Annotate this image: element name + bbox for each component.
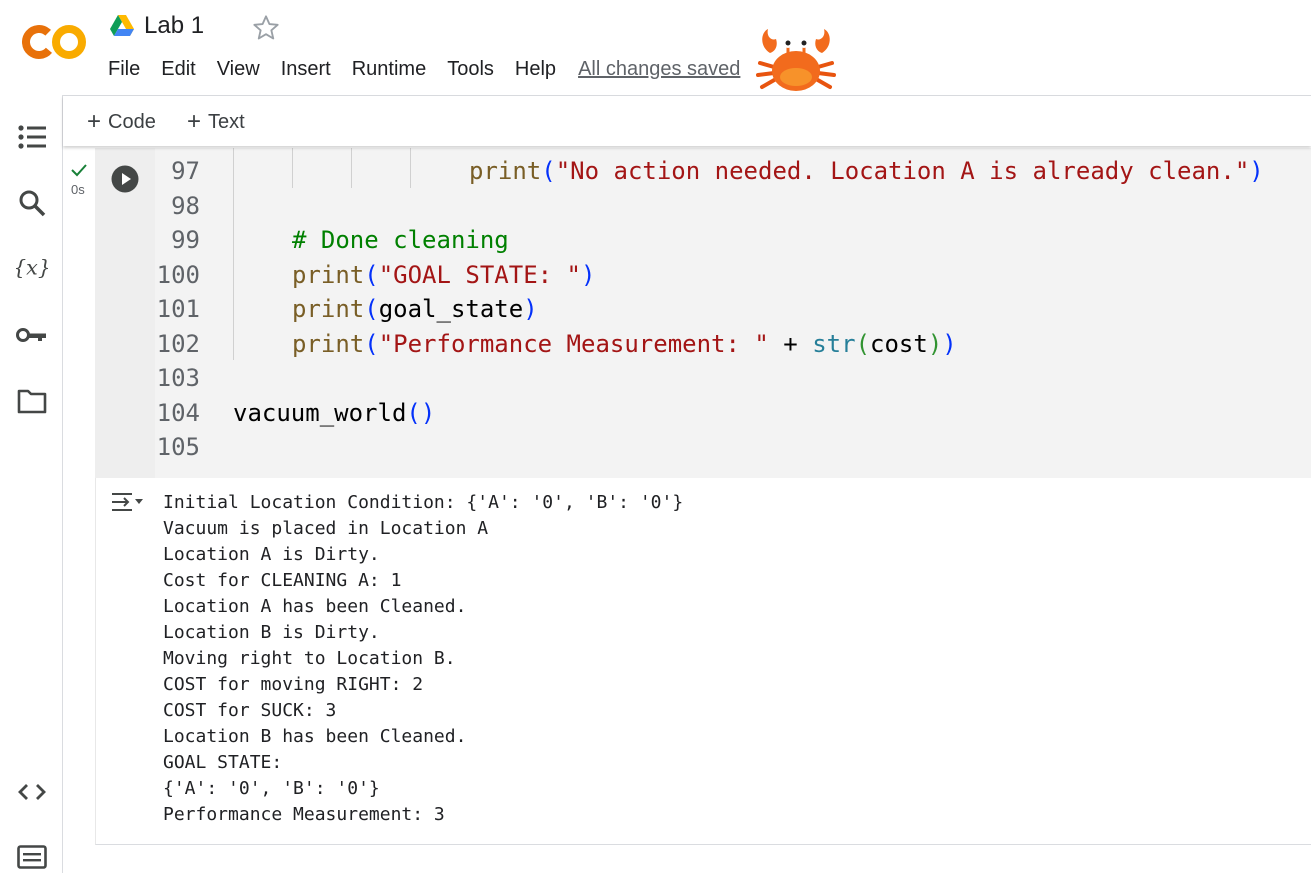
output-line: Location A is Dirty. bbox=[163, 544, 380, 565]
line-number: 104 bbox=[156, 398, 200, 427]
output-line: Initial Location Condition: {'A': '0', '… bbox=[163, 492, 684, 513]
notebook-title[interactable]: Lab 1 bbox=[144, 12, 204, 40]
menu-runtime[interactable]: Runtime bbox=[352, 58, 426, 81]
code-line[interactable]: 103 bbox=[155, 361, 1311, 395]
cell-output: Initial Location Condition: {'A': '0', '… bbox=[95, 478, 1311, 845]
menu-file[interactable]: File bbox=[108, 58, 140, 81]
code-line[interactable]: 101 print(goal_state) bbox=[155, 292, 1311, 326]
notebook-toolbar: + Code + Text bbox=[63, 96, 1311, 146]
indent-guide bbox=[410, 148, 411, 188]
indent-guide bbox=[351, 148, 352, 188]
menu-insert[interactable]: Insert bbox=[281, 58, 331, 81]
menu-tools[interactable]: Tools bbox=[447, 58, 494, 81]
variables-icon[interactable]: {x} bbox=[16, 252, 48, 284]
output-line: Location B is Dirty. bbox=[163, 622, 380, 643]
line-number: 103 bbox=[156, 364, 200, 392]
output-line: Cost for CLEANING A: 1 bbox=[163, 570, 402, 591]
code-snippets-icon[interactable] bbox=[16, 776, 48, 808]
header-bar: Lab 1 File Edit View Insert Runtime Tool… bbox=[0, 0, 1311, 96]
line-number: 97 bbox=[171, 157, 200, 185]
line-number: 101 bbox=[156, 295, 200, 323]
star-icon[interactable] bbox=[252, 14, 280, 42]
code-line[interactable]: 105 bbox=[155, 430, 1311, 464]
command-palette-icon[interactable] bbox=[16, 841, 48, 873]
code-text: print("Performance Measurement: " + str(… bbox=[292, 329, 957, 358]
svg-text:{x}: {x} bbox=[16, 256, 48, 280]
menu-help[interactable]: Help bbox=[515, 58, 556, 81]
menu-edit[interactable]: Edit bbox=[161, 58, 195, 81]
line-number: 99 bbox=[171, 226, 200, 254]
code-text: print("No action needed. Location A is a… bbox=[469, 157, 1264, 185]
indent-guide bbox=[292, 148, 293, 188]
output-stream: Initial Location Condition: {'A': '0', '… bbox=[163, 490, 683, 828]
search-icon[interactable] bbox=[16, 187, 48, 219]
code-text: print("GOAL STATE: ") bbox=[292, 260, 596, 289]
menu-view[interactable]: View bbox=[217, 58, 260, 81]
code-text: print(goal_state) bbox=[292, 295, 538, 323]
line-number: 102 bbox=[156, 329, 200, 358]
files-folder-icon[interactable] bbox=[16, 385, 48, 417]
plus-icon: + bbox=[87, 108, 102, 135]
output-line: Location B has been Cleaned. bbox=[163, 726, 467, 747]
output-line: COST for moving RIGHT: 2 bbox=[163, 674, 424, 695]
output-line: Location A has been Cleaned. bbox=[163, 596, 467, 617]
run-cell-button[interactable] bbox=[111, 165, 139, 193]
google-drive-icon[interactable] bbox=[110, 15, 134, 37]
add-text-label: Text bbox=[208, 110, 245, 133]
code-line[interactable]: 97 print("No action needed. Location A is… bbox=[155, 154, 1311, 188]
line-number: 98 bbox=[171, 191, 200, 220]
plus-icon: + bbox=[187, 108, 202, 135]
line-number: 105 bbox=[156, 433, 200, 461]
output-line: COST for SUCK: 3 bbox=[163, 700, 337, 721]
secrets-key-icon[interactable] bbox=[16, 319, 48, 351]
add-code-label: Code bbox=[108, 110, 156, 133]
output-line: GOAL STATE: bbox=[163, 752, 283, 773]
code-text: # Done cleaning bbox=[292, 226, 509, 254]
code-line[interactable]: 100 print("GOAL STATE: ") bbox=[155, 258, 1311, 292]
line-number: 100 bbox=[156, 260, 200, 289]
code-text: vacuum_world() bbox=[233, 398, 436, 427]
code-line[interactable]: 104 vacuum_world() bbox=[155, 396, 1311, 430]
save-status-link[interactable]: All changes saved bbox=[578, 58, 740, 81]
code-line[interactable]: 98 bbox=[155, 189, 1311, 223]
colab-logo[interactable] bbox=[22, 22, 88, 62]
add-text-cell-button[interactable]: + Text bbox=[187, 108, 245, 136]
add-code-cell-button[interactable]: + Code bbox=[87, 108, 156, 136]
output-actions-icon[interactable] bbox=[110, 490, 146, 516]
success-check-icon bbox=[71, 164, 87, 177]
code-line[interactable]: 99 # Done cleaning bbox=[155, 223, 1311, 257]
code-line[interactable]: 102 print("Performance Measurement: " + s… bbox=[155, 327, 1311, 361]
crab-mascot-icon bbox=[756, 29, 836, 91]
output-line: {'A': '0', 'B': '0'} bbox=[163, 778, 380, 799]
output-line: Moving right to Location B. bbox=[163, 648, 456, 669]
indent-guide bbox=[233, 148, 234, 360]
output-line: Performance Measurement: 3 bbox=[163, 804, 445, 825]
table-of-contents-icon[interactable] bbox=[16, 121, 48, 153]
code-editor[interactable]: 97 print("No action needed. Location A is… bbox=[155, 148, 1311, 478]
run-cell-area bbox=[95, 148, 155, 478]
output-line: Vacuum is placed in Location A bbox=[163, 518, 489, 539]
left-sidebar: {x} bbox=[0, 95, 63, 873]
menu-bar: File Edit View Insert Runtime Tools Help… bbox=[108, 58, 740, 81]
cell-gutter bbox=[63, 148, 95, 848]
execution-time: 0s bbox=[71, 182, 85, 197]
